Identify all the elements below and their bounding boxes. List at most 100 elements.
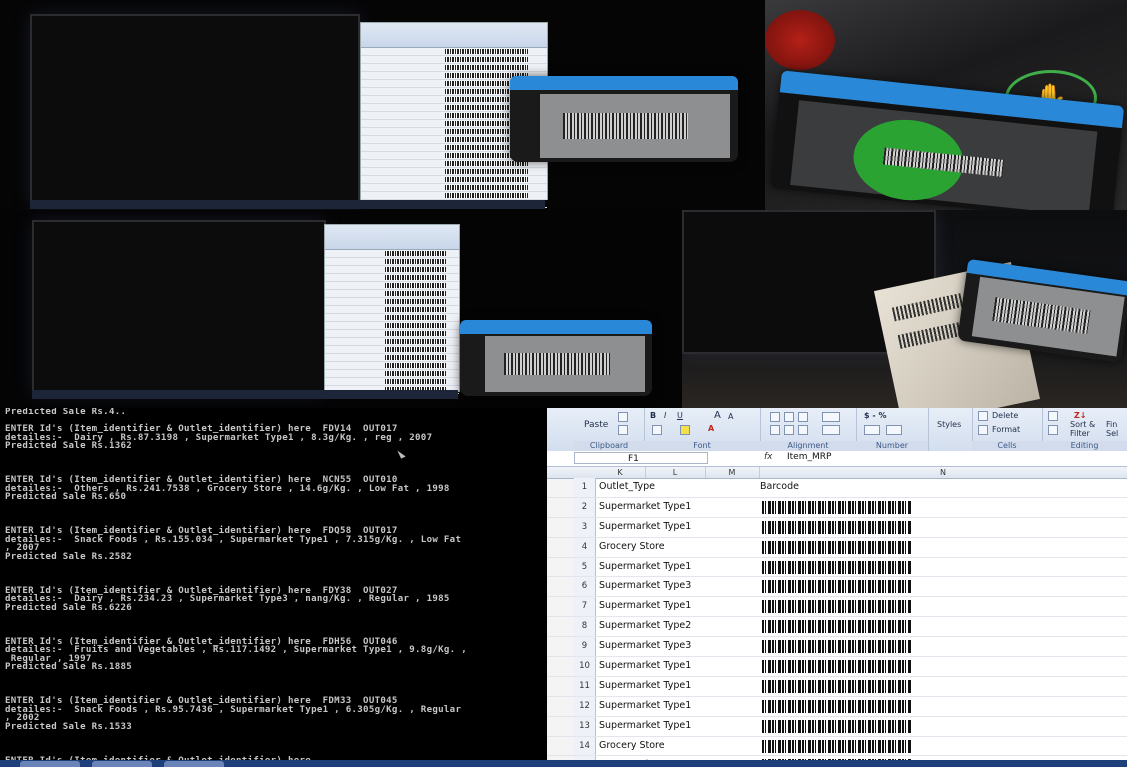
red-cup	[765, 10, 835, 70]
barcode-image	[762, 660, 911, 674]
cell-barcode-header[interactable]: Barcode	[760, 478, 799, 497]
align-center-icon[interactable]	[784, 425, 794, 435]
row-number[interactable]: 14	[574, 736, 596, 756]
monitor-console-screen-2	[32, 220, 326, 394]
table-row: 9 Supermarket Type3	[547, 637, 1127, 658]
table-row: 8 Supermarket Type2	[547, 617, 1127, 638]
shrink-font-button[interactable]: A	[728, 412, 733, 422]
cell-outlet-type[interactable]: Supermarket Type1	[599, 677, 691, 696]
column-header-l[interactable]: L	[645, 467, 706, 478]
styles-button[interactable]: Styles	[937, 420, 961, 430]
monitor-excel-screen-2	[324, 224, 460, 394]
cell-outlet-type-header[interactable]: Outlet_Type	[599, 478, 655, 497]
monitor-console-text-3	[684, 212, 934, 218]
table-row: 11 Supermarket Type1	[547, 676, 1127, 697]
row-number[interactable]: 10	[574, 657, 596, 676]
wrap-text-icon[interactable]	[822, 412, 840, 422]
column-header-k[interactable]: K	[595, 467, 646, 478]
console-window[interactable]: Predicted Sale Rs.4.. ENTER Id's (Item_i…	[0, 408, 547, 767]
align-right-icon[interactable]	[798, 425, 808, 435]
row-number[interactable]: 5	[574, 557, 596, 577]
number-format-buttons[interactable]: $ - %	[864, 411, 886, 421]
grow-font-button[interactable]: A	[714, 411, 721, 421]
delete-button[interactable]: Delete	[992, 411, 1018, 421]
table-row: 13 Supermarket Type1	[547, 716, 1127, 737]
cell-outlet-type[interactable]: Grocery Store	[599, 538, 665, 557]
format-cells-icon[interactable]	[978, 425, 988, 435]
select-label: Sel	[1106, 429, 1119, 438]
row-number[interactable]: 13	[574, 716, 596, 736]
row-number[interactable]: 9	[574, 637, 596, 657]
decrease-decimal-icon[interactable]	[886, 425, 902, 435]
font-color-button[interactable]: A	[708, 424, 714, 434]
ribbon-group-clipboard: Paste Clipboard	[574, 408, 645, 451]
fill-color-icon[interactable]	[680, 425, 690, 435]
cell-outlet-type[interactable]: Supermarket Type1	[599, 717, 691, 736]
cell-outlet-type[interactable]: Supermarket Type1	[599, 518, 691, 537]
row-number[interactable]: 11	[574, 676, 596, 696]
clear-icon[interactable]	[1048, 425, 1058, 435]
barcode-image	[762, 640, 911, 654]
row-number[interactable]: 3	[574, 517, 596, 537]
delete-cells-icon[interactable]	[978, 411, 988, 421]
paste-button[interactable]: Paste	[584, 420, 608, 430]
cell-outlet-type[interactable]: Supermarket Type3	[599, 577, 691, 596]
barcode-image	[762, 500, 911, 514]
increase-decimal-icon[interactable]	[864, 425, 880, 435]
row-number[interactable]: 1	[574, 478, 596, 497]
row-number[interactable]: 4	[574, 537, 596, 557]
monitor-console-text-2	[34, 222, 324, 228]
align-middle-icon[interactable]	[784, 412, 794, 422]
bold-button[interactable]: B	[650, 411, 656, 421]
cell-outlet-type[interactable]: Supermarket Type1	[599, 597, 691, 616]
taskbar-button-2[interactable]	[92, 761, 152, 767]
sheet-grid[interactable]: 1 Outlet_Type Barcode 2 Supermarket Type1…	[547, 478, 1127, 760]
underline-button[interactable]: U	[677, 411, 683, 421]
column-header-m[interactable]: M	[705, 467, 760, 478]
taskbar-button-1[interactable]	[20, 761, 80, 767]
phone-scanner-3	[460, 320, 652, 396]
photo-phone-scanning: ✋	[765, 0, 1127, 210]
row-number[interactable]: 6	[574, 577, 596, 597]
format-painter-icon[interactable]	[618, 425, 628, 435]
cell-outlet-type[interactable]: Supermarket Type1	[599, 498, 691, 517]
cut-icon[interactable]	[618, 412, 628, 422]
name-box[interactable]: F1	[574, 452, 708, 464]
row-number[interactable]: 8	[574, 617, 596, 637]
align-bottom-icon[interactable]	[798, 412, 808, 422]
row-number[interactable]: 2	[574, 497, 596, 517]
ribbon-group-number: $ - % Number	[856, 408, 929, 451]
number-label: Number	[856, 441, 928, 451]
cell-outlet-type[interactable]: Supermarket Type2	[599, 617, 691, 636]
merge-center-icon[interactable]	[822, 425, 840, 435]
photo-desktop-setup-1	[0, 0, 765, 210]
excel-window: Paste Clipboard B I U A A A Font Alignme…	[547, 408, 1127, 760]
format-button[interactable]: Format	[992, 425, 1020, 435]
cell-outlet-type[interactable]: Supermarket Type1	[599, 657, 691, 676]
filter-label: Filter	[1070, 429, 1090, 438]
cell-outlet-type[interactable]: Supermarket Type1	[599, 697, 691, 716]
cell-outlet-type[interactable]: Supermarket Type3	[599, 637, 691, 656]
barcode-image	[762, 739, 911, 753]
barcode-image	[762, 520, 911, 534]
borders-icon[interactable]	[652, 425, 662, 435]
table-row-header: 1 Outlet_Type Barcode	[547, 478, 1127, 498]
cell-outlet-type[interactable]: Grocery Store	[599, 737, 665, 756]
ribbon-group-cells: Delete Format Cells	[972, 408, 1043, 451]
console-output: Predicted Sale Rs.4.. ENTER Id's (Item_i…	[5, 408, 467, 765]
ribbon-group-alignment: Alignment	[760, 408, 857, 451]
autosum-icon[interactable]	[1048, 411, 1058, 421]
formula-input[interactable]: Item_MRP	[787, 452, 831, 462]
alignment-label: Alignment	[760, 441, 856, 451]
cell-outlet-type[interactable]: Supermarket Type1	[599, 558, 691, 577]
column-header-n[interactable]: N	[759, 467, 1127, 478]
align-top-icon[interactable]	[770, 412, 780, 422]
table-row: 6 Supermarket Type3	[547, 577, 1127, 598]
italic-button[interactable]: I	[664, 411, 666, 421]
align-left-icon[interactable]	[770, 425, 780, 435]
photo-desktop-setup-3	[682, 210, 1127, 408]
row-number[interactable]: 7	[574, 597, 596, 617]
fx-icon[interactable]: fx	[764, 452, 773, 462]
taskbar-button-3[interactable]	[164, 761, 224, 767]
row-number[interactable]: 12	[574, 696, 596, 716]
